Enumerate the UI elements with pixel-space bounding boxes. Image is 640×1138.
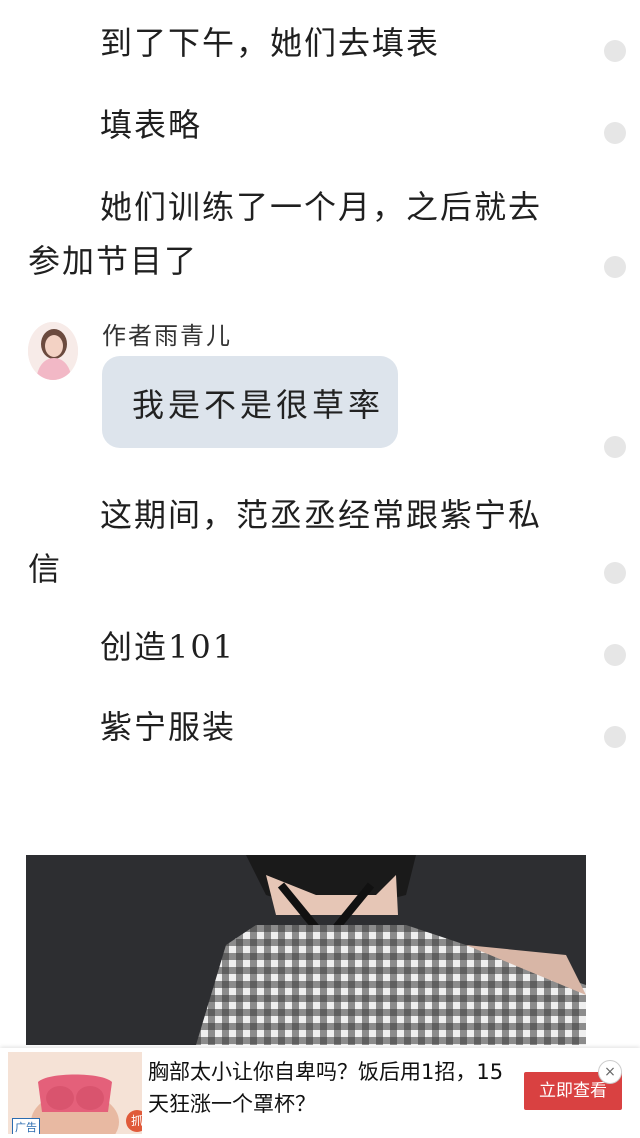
paragraph-comment-dot[interactable] xyxy=(604,644,626,666)
close-icon[interactable]: × xyxy=(598,1060,622,1084)
author-comment-bubble: 我是不是很草率 xyxy=(102,356,398,448)
ad-grab-badge: 抓 xyxy=(126,1110,142,1132)
story-paragraph-2: 填表略 xyxy=(100,106,203,144)
ad-label: 广告 xyxy=(12,1118,40,1134)
paragraph-comment-dot[interactable] xyxy=(604,256,626,278)
author-comment: 作者雨青儿 我是不是很草率 xyxy=(28,316,588,456)
paragraph-comment-dot[interactable] xyxy=(604,122,626,144)
paragraph-comment-dot[interactable] xyxy=(604,726,626,748)
ad-thumbnail[interactable]: 广告 抓 xyxy=(8,1052,142,1134)
bottom-ad-banner[interactable]: 广告 抓 胸部太小让你自卑吗？饭后用1招，15天狂涨一个罩杯？ 立即查看 × xyxy=(0,1048,640,1138)
paragraph-comment-dot[interactable] xyxy=(604,562,626,584)
story-paragraph-6: 紫宁服装 xyxy=(100,708,237,746)
ad-headline[interactable]: 胸部太小让你自卑吗？饭后用1招，15天狂涨一个罩杯？ xyxy=(148,1056,518,1120)
author-name: 作者雨青儿 xyxy=(102,322,232,350)
paragraph-comment-dot[interactable] xyxy=(604,436,626,458)
author-avatar[interactable] xyxy=(28,322,78,380)
story-paragraph-5: 创造101 xyxy=(100,628,236,666)
story-paragraph-4: 这期间，范丞丞经常跟紫宁私信 xyxy=(28,496,543,588)
story-paragraph-3: 她们训练了一个月，之后就去参加节目了 xyxy=(28,188,543,280)
story-paragraph-1: 到了下午，她们去填表 xyxy=(100,24,441,62)
paragraph-comment-dot[interactable] xyxy=(604,40,626,62)
author-comment-text: 我是不是很草率 xyxy=(132,386,385,424)
story-photo[interactable] xyxy=(26,855,586,1045)
